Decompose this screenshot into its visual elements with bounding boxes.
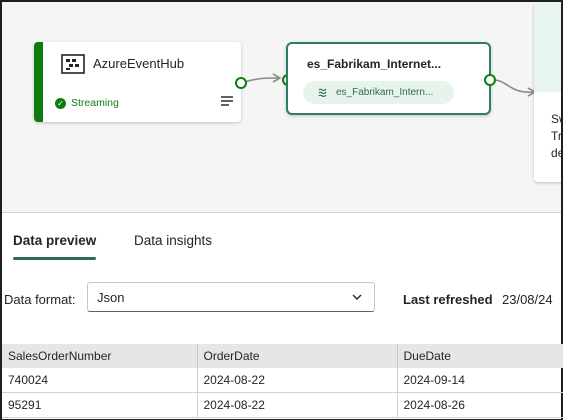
destination-header bbox=[534, 2, 561, 92]
eventstream-title: es_Fabrikam_Internet... bbox=[307, 57, 442, 71]
stream-output-port[interactable] bbox=[484, 74, 496, 86]
data-format-label: Data format: bbox=[4, 292, 76, 307]
event-hub-icon bbox=[61, 54, 85, 74]
tab-data-preview[interactable]: Data preview bbox=[13, 233, 96, 248]
data-preview-table: SalesOrderNumber OrderDate DueDate 74002… bbox=[2, 344, 563, 418]
table-row: 740024 2024-08-22 2024-09-14 bbox=[2, 368, 563, 393]
destination-node[interactable]: Sw Tr de bbox=[534, 2, 561, 182]
flow-canvas: AzureEventHub ✓ Streaming es_Fabrikam_In… bbox=[2, 2, 561, 212]
column-header[interactable]: DueDate bbox=[397, 344, 563, 368]
column-header[interactable]: OrderDate bbox=[197, 344, 398, 368]
last-refreshed-label: Last refreshed bbox=[403, 292, 493, 307]
data-format-dropdown[interactable]: Json bbox=[87, 282, 375, 312]
table-header-row: SalesOrderNumber OrderDate DueDate bbox=[2, 344, 563, 368]
source-node-eventhub[interactable]: AzureEventHub ✓ Streaming bbox=[34, 42, 241, 122]
status-indicator: ✓ Streaming bbox=[55, 97, 119, 109]
check-icon: ✓ bbox=[55, 97, 66, 109]
eventstream-chip[interactable]: es_Fabrikam_Intern... bbox=[303, 81, 454, 104]
destination-text: Sw Tr de bbox=[551, 112, 561, 160]
data-format-value: Json bbox=[97, 290, 125, 305]
last-refreshed-value: 23/08/24 bbox=[502, 292, 553, 307]
table-cell: 2024-09-14 bbox=[397, 368, 563, 393]
column-header[interactable]: SalesOrderNumber bbox=[2, 344, 198, 368]
source-node-title: AzureEventHub bbox=[93, 56, 185, 71]
chevron-down-icon bbox=[352, 294, 362, 300]
table-cell: 2024-08-26 bbox=[397, 392, 563, 418]
table-cell: 2024-08-22 bbox=[197, 392, 398, 418]
tab-data-insights[interactable]: Data insights bbox=[134, 233, 212, 248]
table-cell: 2024-08-22 bbox=[197, 368, 398, 393]
eventstream-node[interactable]: es_Fabrikam_Internet... es_Fabrikam_Inte… bbox=[286, 42, 491, 115]
table-cell: 740024 bbox=[2, 368, 198, 393]
active-tab-indicator bbox=[13, 257, 96, 260]
stream-icon bbox=[318, 88, 327, 98]
source-output-port[interactable] bbox=[235, 77, 247, 89]
table-cell: 95291 bbox=[2, 392, 198, 418]
menu-icon[interactable] bbox=[221, 96, 233, 108]
eventstream-chip-label: es_Fabrikam_Intern... bbox=[336, 87, 434, 98]
table-row: 95291 2024-08-22 2024-08-26 bbox=[2, 392, 563, 418]
status-text: Streaming bbox=[71, 97, 119, 109]
bottom-panel: Data preview Data insights Data format: … bbox=[2, 212, 563, 419]
panel-tabs: Data preview Data insights bbox=[2, 213, 561, 261]
